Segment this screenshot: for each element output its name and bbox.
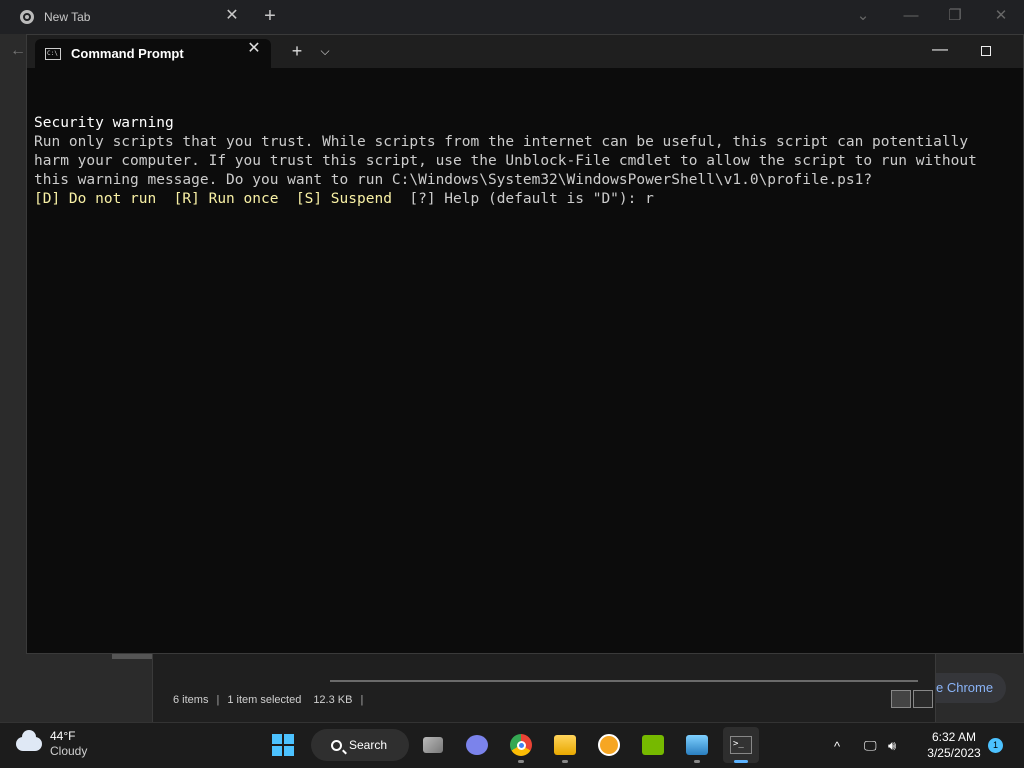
terminal-tab-command-prompt[interactable]: C:\ Command Prompt [35,39,271,68]
cloud-icon [16,730,42,751]
explorer-items-count: 6 items [173,694,209,706]
taskbar-clock[interactable]: 6:32 AM 3/25/2023 [918,729,990,761]
active-indicator [734,760,748,763]
show-hidden-icons-button[interactable]: ^ [834,723,840,768]
nvidia-icon [642,735,664,755]
terminal-titlebar: C:\ Command Prompt ✕ + ⌵ — [27,35,1023,68]
search-label: Search [349,738,388,752]
chrome-tab-close-button[interactable]: ✕ [220,4,244,28]
prompt-options: [D] Do not run [R] Run once [S] Suspend [34,191,410,207]
chrome-minimize-button[interactable]: — [896,2,926,30]
profile-dropdown-icon[interactable]: ⌵ [313,38,337,64]
running-indicator [694,760,700,763]
shield-app-icon [598,734,620,756]
terminal-maximize-button[interactable] [971,37,1001,65]
chrome-logo-icon [20,10,34,24]
chat-icon [466,735,488,755]
taskbar-brave-app[interactable] [591,727,627,763]
maximize-icon [981,46,991,56]
chrome-content-edge [0,34,26,724]
terminal-minimize-button[interactable]: — [925,37,955,65]
weather-temperature: 44°F [50,729,76,743]
status-separator: | [360,694,364,706]
taskbar-terminal[interactable]: >_ [723,727,759,763]
taskbar-nvidia-app[interactable] [635,727,671,763]
chrome-titlebar: New Tab ✕ + ⌄ — ❐ ✕ [0,0,1024,34]
chrome-back-icon[interactable]: ← [10,42,26,60]
terminal-tab-label: Command Prompt [71,46,184,61]
taskbar-remote-app[interactable] [679,727,715,763]
weather-widget[interactable]: 44°F Cloudy [16,729,87,759]
explorer-selected-size: 12.3 KB [313,694,353,706]
security-warning-heading: Security warning [34,115,174,131]
folder-icon [554,735,576,755]
status-separator: | [216,694,220,706]
notification-badge[interactable]: 1 [988,738,1003,753]
remote-desktop-icon [686,735,708,755]
task-view-icon [423,737,443,753]
clock-time: 6:32 AM [931,730,977,744]
explorer-selected-count: 1 item selected [227,694,302,706]
terminal-line: this warning message. Do you want to run… [34,172,873,188]
prompt-input[interactable]: [?] Help (default is "D"): r [409,191,653,207]
explorer-horizontal-scrollbar[interactable] [330,680,918,682]
search-icon [331,739,342,751]
task-view-button[interactable] [415,727,451,763]
weather-text: 44°F Cloudy [50,729,87,759]
chrome-close-button[interactable]: ✕ [986,2,1016,30]
terminal-window: C:\ Command Prompt ✕ + ⌵ — Security warn… [26,34,1024,654]
running-indicator [562,760,568,763]
tiles-view-icon[interactable] [913,690,933,708]
teams-chat-button[interactable] [459,727,495,763]
chrome-tab-search-icon[interactable]: ⌄ [848,2,878,30]
terminal-line: Run only scripts that you trust. While s… [34,134,969,150]
network-icon[interactable]: 🖵 [864,723,877,768]
taskbar-search-button[interactable]: Search [311,729,409,761]
weather-condition: Cloudy [50,744,88,758]
taskbar: 44°F Cloudy Search >_ ^ 🖵 🔊︎ 6:32 AM 3/2… [0,722,1024,768]
details-view-icon[interactable] [891,690,911,708]
chrome-restore-button[interactable]: ❐ [940,2,970,30]
taskbar-chrome[interactable] [503,727,539,763]
chrome-tab-label: New Tab [44,10,91,24]
chrome-new-tab-button[interactable]: + [258,4,282,28]
terminal-tab-close-button[interactable]: ✕ [242,37,266,61]
prompt-line: [D] Do not run [R] Run once [S] Suspend … [34,190,1019,209]
chrome-tab-new-tab[interactable]: New Tab [8,4,248,30]
file-explorer-window: 6 items | 1 item selected 12.3 KB | [152,654,936,722]
clock-date: 3/25/2023 [927,746,981,760]
explorer-status-bar: 6 items | 1 item selected 12.3 KB | [167,694,365,706]
windows-logo-icon [272,734,294,756]
command-prompt-icon: C:\ [45,47,61,60]
terminal-output[interactable]: Security warning Run only scripts that yo… [34,95,1019,209]
running-indicator [518,760,524,763]
terminal-line: harm your computer. If you trust this sc… [34,153,977,169]
new-tab-button[interactable]: + [285,38,309,64]
volume-icon[interactable]: 🔊︎ [888,723,896,768]
chrome-icon [510,734,532,756]
start-button[interactable] [265,727,301,763]
taskbar-file-explorer[interactable] [547,727,583,763]
terminal-icon: >_ [730,736,752,754]
